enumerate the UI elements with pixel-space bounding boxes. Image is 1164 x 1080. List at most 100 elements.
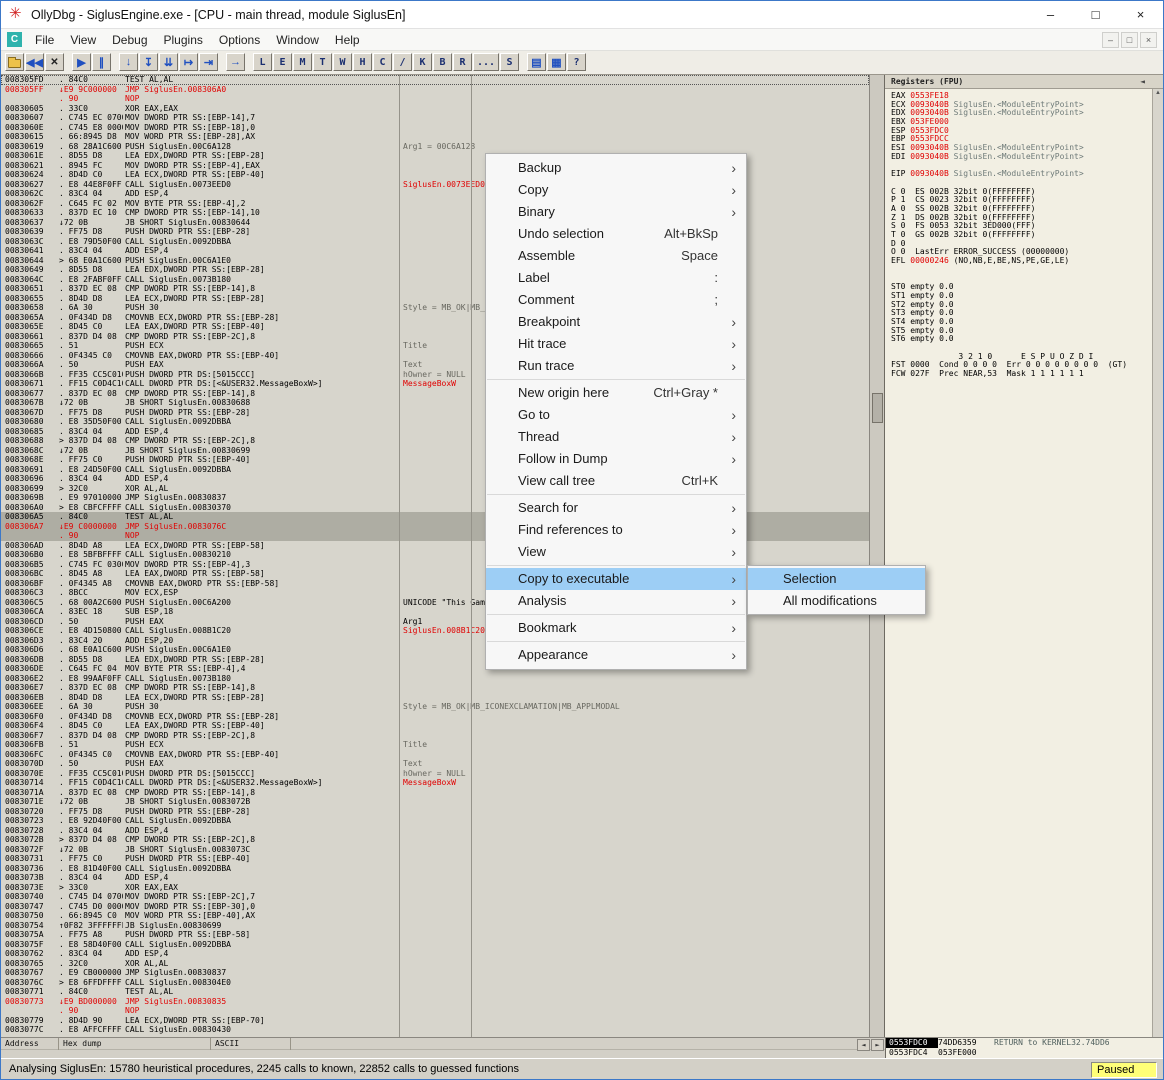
disasm-row[interactable]: 00830728. 83C4 04ADD ESP,4 bbox=[1, 826, 869, 836]
go-to-address-button[interactable]: → bbox=[226, 53, 245, 71]
options-debugging-button[interactable]: ▦ bbox=[547, 53, 566, 71]
register-line[interactable]: T 0 GS 002B 32bit 0(FFFFFFFF) bbox=[891, 231, 1152, 240]
menu-item-view[interactable]: View› bbox=[486, 541, 746, 563]
menu-item-copy-to-executable[interactable]: Copy to executable› bbox=[486, 568, 746, 590]
options-appearance-button[interactable]: ▤ bbox=[527, 53, 546, 71]
register-line[interactable]: EIP 0093040B SiglusEn.<ModuleEntryPoint> bbox=[891, 170, 1152, 179]
dump-pane[interactable]: AddressHex dumpASCII 00C8F0002E 3F 43 00… bbox=[1, 1038, 885, 1058]
maximize-button[interactable]: □ bbox=[1073, 1, 1118, 29]
menu-item-breakpoint[interactable]: Breakpoint› bbox=[486, 311, 746, 333]
disasm-row[interactable]: 00830605. 33C0XOR EAX,EAX bbox=[1, 104, 869, 114]
menu-item-run-trace[interactable]: Run trace› bbox=[486, 355, 746, 377]
disasm-row[interactable]: 0083072B> 837D D4 08CMP DWORD PTR SS:[EB… bbox=[1, 835, 869, 845]
view-run-trace-button[interactable]: ... bbox=[473, 53, 499, 71]
menu-item-thread[interactable]: Thread› bbox=[486, 426, 746, 448]
disasm-row[interactable]: 0083075A. FF75 A8PUSH DWORD PTR SS:[EBP-… bbox=[1, 930, 869, 940]
view-executables-button[interactable]: E bbox=[273, 53, 292, 71]
disasm-row[interactable]: 00830731. FF75 C0PUSH DWORD PTR SS:[EBP-… bbox=[1, 854, 869, 864]
disasm-row[interactable]: 00830615. 66:8945 D8MOV WORD PTR SS:[EBP… bbox=[1, 132, 869, 142]
disasm-row[interactable]: 008306FC. 0F4345 C0CMOVNB EAX,DWORD PTR … bbox=[1, 750, 869, 760]
menu-item-comment[interactable]: Comment; bbox=[486, 289, 746, 311]
view-source-button[interactable]: S bbox=[500, 53, 519, 71]
disasm-row[interactable]: 0083070D. 50PUSH EAXText bbox=[1, 759, 869, 769]
step-into-button[interactable]: ↓ bbox=[119, 53, 138, 71]
disasm-row[interactable]: 00830714. FF15 C0D4C100CALL DWORD PTR DS… bbox=[1, 778, 869, 788]
run-button[interactable]: ▶ bbox=[72, 53, 91, 71]
disasm-row[interactable]: 008306F7. 837D D4 08CMP DWORD PTR SS:[EB… bbox=[1, 731, 869, 741]
registers-list[interactable]: EAX 0553FE18ECX 0093040B SiglusEn.<Modul… bbox=[885, 89, 1152, 1037]
stack-pane[interactable]: 0553FDC074DD6359RETURN to KERNEL32.74DD6… bbox=[885, 1038, 1163, 1058]
stack-row[interactable]: 0553FDC4053FE000 bbox=[886, 1048, 1163, 1058]
view-patches-button[interactable]: / bbox=[393, 53, 412, 71]
disasm-row[interactable]: 00830773↓E9 BD000000JMP SiglusEn.0083083… bbox=[1, 997, 869, 1007]
menu-item-new-origin-here[interactable]: New origin hereCtrl+Gray * bbox=[486, 382, 746, 404]
view-cpu-button[interactable]: C bbox=[373, 53, 392, 71]
disasm-row[interactable]: 00830750. 66:8945 C0MOV WORD PTR SS:[EBP… bbox=[1, 911, 869, 921]
disasm-row[interactable]: 00830767. E9 CB000000JMP SiglusEn.008308… bbox=[1, 968, 869, 978]
disasm-row[interactable]: 00830771. 84C0TEST AL,AL bbox=[1, 987, 869, 997]
disasm-row[interactable]: 00830740. C745 D4 07000000MOV DWORD PTR … bbox=[1, 892, 869, 902]
open-file-button[interactable] bbox=[5, 53, 24, 71]
scrollbar-thumb[interactable] bbox=[872, 393, 883, 423]
disasm-row[interactable]: 0083076C> E8 6FFDFFFFCALL SiglusEn.00830… bbox=[1, 978, 869, 988]
disasm-row[interactable]: 0083075F. E8 58D40F00CALL SiglusEn.0092D… bbox=[1, 940, 869, 950]
menu-item-assemble[interactable]: AssembleSpace bbox=[486, 245, 746, 267]
execute-till-return-button[interactable]: ⇥ bbox=[199, 53, 218, 71]
close-button[interactable]: × bbox=[1118, 1, 1163, 29]
submenu-item-selection[interactable]: Selection bbox=[748, 568, 925, 590]
disasm-row[interactable]: 00830736. E8 81D40F00CALL SiglusEn.0092D… bbox=[1, 864, 869, 874]
stack-row[interactable]: 0553FDC074DD6359RETURN to KERNEL32.74DD6 bbox=[886, 1038, 1163, 1048]
disasm-row[interactable]: 008306E7. 837D EC 08CMP DWORD PTR SS:[EB… bbox=[1, 683, 869, 693]
disasm-row[interactable]: 00830762. 83C4 04ADD ESP,4 bbox=[1, 949, 869, 959]
menu-item-analysis[interactable]: Analysis› bbox=[486, 590, 746, 612]
menu-file[interactable]: File bbox=[27, 29, 62, 51]
menu-help[interactable]: Help bbox=[327, 29, 368, 51]
menu-options[interactable]: Options bbox=[211, 29, 268, 51]
disasm-row[interactable]: 008306FB. 51PUSH ECXTitle bbox=[1, 740, 869, 750]
register-line[interactable]: ST6 empty 0.0 bbox=[891, 335, 1152, 344]
menu-item-appearance[interactable]: Appearance› bbox=[486, 644, 746, 666]
close-program-button[interactable]: ✕ bbox=[45, 53, 64, 71]
disasm-row[interactable]: 00830723. E8 92D40F00CALL SiglusEn.0092D… bbox=[1, 816, 869, 826]
menu-item-hit-trace[interactable]: Hit trace› bbox=[486, 333, 746, 355]
disasm-row[interactable]: 00830747. C745 D0 00000000MOV DWORD PTR … bbox=[1, 902, 869, 912]
step-over-button[interactable]: ↧ bbox=[139, 53, 158, 71]
disasm-row[interactable]: 00830619. 68 28A1C600PUSH SiglusEn.00C6A… bbox=[1, 142, 869, 152]
menu-item-label[interactable]: Label: bbox=[486, 267, 746, 289]
disasm-row[interactable]: 008305FF↓E9 9C000000JMP SiglusEn.008306A… bbox=[1, 85, 869, 95]
disasm-row[interactable]: 00830765. 32C0XOR AL,AL bbox=[1, 959, 869, 969]
trace-over-button[interactable]: ↦ bbox=[179, 53, 198, 71]
disasm-row[interactable]: 00830607. C745 EC 07000000MOV DWORD PTR … bbox=[1, 113, 869, 123]
trace-into-button[interactable]: ⇊ bbox=[159, 53, 178, 71]
scroll-left-icon[interactable]: ◄ bbox=[857, 1039, 870, 1051]
register-line[interactable] bbox=[891, 266, 1152, 275]
scroll-right-icon[interactable]: ► bbox=[871, 1039, 884, 1051]
menu-debug[interactable]: Debug bbox=[104, 29, 155, 51]
registers-scrollbar[interactable]: ▲ bbox=[1152, 89, 1163, 1037]
menu-item-copy[interactable]: Copy› bbox=[486, 179, 746, 201]
disasm-row[interactable]: 008306EE. 6A 30PUSH 30Style = MB_OK|MB_I… bbox=[1, 702, 869, 712]
disasm-row[interactable]: 0083072F↓72 0BJB SHORT SiglusEn.0083073C bbox=[1, 845, 869, 855]
disasm-row[interactable]: . 90NOP bbox=[1, 94, 869, 104]
menu-item-bookmark[interactable]: Bookmark› bbox=[486, 617, 746, 639]
menu-item-backup[interactable]: Backup› bbox=[486, 157, 746, 179]
menu-item-search-for[interactable]: Search for› bbox=[486, 497, 746, 519]
submenu-item-all-modifications[interactable]: All modifications bbox=[748, 590, 925, 612]
disasm-row[interactable]: 008306F0. 0F434D D8CMOVNB ECX,DWORD PTR … bbox=[1, 712, 869, 722]
mdi-close-button[interactable]: × bbox=[1140, 32, 1157, 48]
view-call-stack-button[interactable]: K bbox=[413, 53, 432, 71]
restart-button[interactable]: ◀◀ bbox=[25, 53, 44, 71]
view-memory-button[interactable]: M bbox=[293, 53, 312, 71]
menu-item-follow-in-dump[interactable]: Follow in Dump› bbox=[486, 448, 746, 470]
disasm-row[interactable]: 0083073E> 33C0XOR EAX,EAX bbox=[1, 883, 869, 893]
disasm-row[interactable]: 0083071E↓72 0BJB SHORT SiglusEn.0083072B bbox=[1, 797, 869, 807]
menu-item-undo-selection[interactable]: Undo selectionAlt+BkSp bbox=[486, 223, 746, 245]
dump-row[interactable]: 00C8F0002E 3F 43 00 00 00 00 00.?C..... bbox=[1, 1050, 885, 1058]
menu-view[interactable]: View bbox=[62, 29, 104, 51]
disasm-row[interactable]: . 90NOP bbox=[1, 1006, 869, 1016]
disasm-row[interactable]: 008305FD. 84C0TEST AL,AL bbox=[1, 75, 869, 85]
menu-item-binary[interactable]: Binary› bbox=[486, 201, 746, 223]
minimize-button[interactable]: – bbox=[1028, 1, 1073, 29]
disasm-row[interactable]: 008306F4. 8D45 C0LEA EAX,DWORD PTR SS:[E… bbox=[1, 721, 869, 731]
disasm-row[interactable]: 0083071A. 837D EC 08CMP DWORD PTR SS:[EB… bbox=[1, 788, 869, 798]
